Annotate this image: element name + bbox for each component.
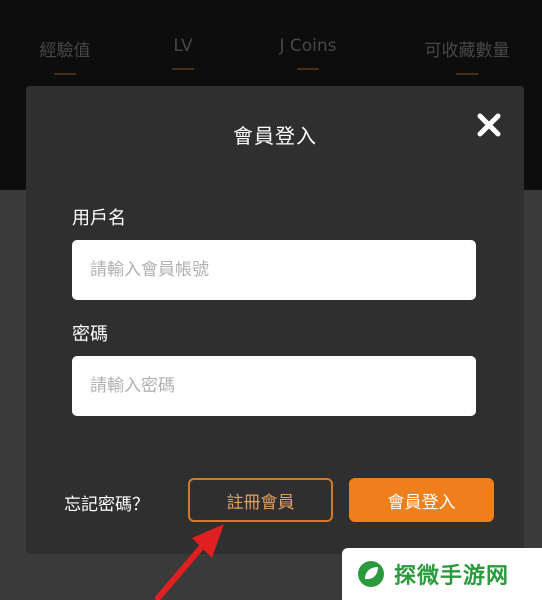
password-label: 密碼: [72, 324, 108, 345]
red-arrow-icon: [155, 524, 224, 600]
close-icon: [477, 113, 501, 137]
username-label: 用戶名: [72, 208, 126, 229]
register-button[interactable]: 註冊會員: [188, 478, 333, 522]
login-modal: 會員登入 用戶名 密碼 忘記密碼？ 註冊會員 會員登入: [26, 86, 524, 554]
close-button[interactable]: [472, 108, 506, 142]
watermark: 探微手游网: [342, 548, 542, 600]
password-input[interactable]: [72, 356, 476, 416]
forgot-password-link[interactable]: 忘記密碼？: [64, 490, 149, 515]
username-input[interactable]: [72, 240, 476, 300]
modal-title: 會員登入: [233, 124, 317, 148]
login-button[interactable]: 會員登入: [349, 478, 494, 522]
leaf-logo-icon: [358, 561, 384, 587]
watermark-text: 探微手游网: [394, 564, 510, 589]
